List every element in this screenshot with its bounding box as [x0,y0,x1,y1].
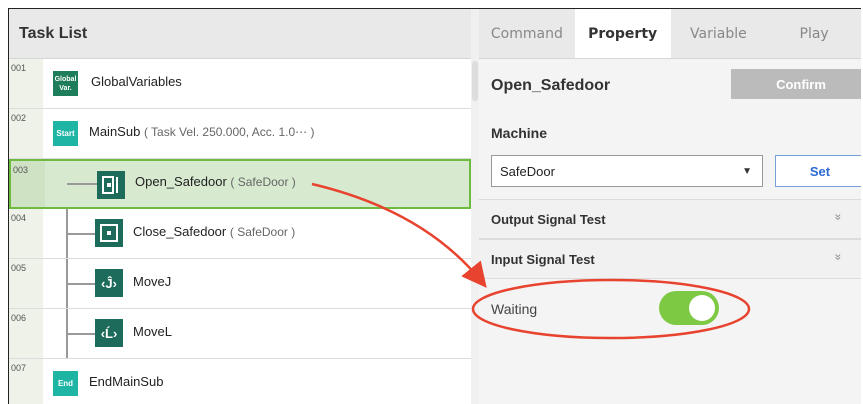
row-number: 002 [11,113,27,123]
task-label-group: Close_Safedoor ( SafeDoor ) [133,224,295,239]
row-number: 003 [13,165,29,175]
row-number: 006 [11,313,27,323]
tab-variable[interactable]: Variable [671,9,767,58]
waiting-toggle[interactable] [659,291,719,325]
output-signal-test-section[interactable]: Output Signal Test » [479,199,861,239]
row-number: 004 [11,213,27,223]
confirm-button[interactable]: Confirm [731,69,861,99]
task-label: Open_Safedoor [135,174,227,189]
task-row-mainsub[interactable]: 002 Start MainSub ( Task Vel. 250.000, A… [9,109,471,159]
chevron-down-icon: » [831,213,846,221]
tree-branch [67,233,97,235]
start-icon: Start [53,121,78,146]
task-row-endmainsub[interactable]: 007 End EndMainSub [9,359,471,404]
input-signal-test-section[interactable]: Input Signal Test » [479,239,861,279]
task-label: EndMainSub [89,374,164,389]
task-label: MainSub [89,124,141,139]
task-label-group: Open_Safedoor ( SafeDoor ) [135,174,296,189]
tree-branch [67,283,97,285]
task-row-global-variables[interactable]: 001 Global Var. GlobalVariables [9,59,471,109]
movej-icon: ‹Ĵ› [95,269,123,297]
property-panel: Command Property Variable Play Open_Safe… [479,9,861,404]
task-label-group: MainSub ( Task Vel. 250.000, Acc. 1.0⋯ ) [89,124,314,139]
tab-property[interactable]: Property [574,9,671,58]
row-number: 007 [11,363,27,373]
task-params: ( SafeDoor ) [230,175,296,189]
task-label: MoveL [133,324,173,339]
app-window: Task List 001 Global Var. GlobalVariables… [8,8,861,404]
end-icon: End [53,371,78,396]
machine-select-value: SafeDoor [500,163,555,179]
tree-branch [67,333,97,335]
global-var-icon: Global Var. [53,71,78,96]
toggle-knob [689,295,715,321]
row-number: 005 [11,263,27,273]
dropdown-arrow-icon: ▼ [742,166,752,177]
scroll-thumb[interactable] [472,61,478,101]
row-number: 001 [11,63,27,73]
task-label: MoveJ [133,274,172,289]
task-row-movej[interactable]: 005 ‹Ĵ› MoveJ [9,259,471,309]
task-params: ( Task Vel. 250.000, Acc. 1.0⋯ ) [143,125,315,139]
waiting-label: Waiting [491,301,538,317]
tree-branch [67,183,99,185]
task-label: Close_Safedoor [133,224,227,239]
task-row-movel[interactable]: 006 ‹Ĺ› MoveL [9,309,471,359]
task-list-title: Task List [9,9,471,59]
tab-play[interactable]: Play [766,9,861,58]
panel-tabs: Command Property Variable Play [479,9,861,59]
task-list-scrollbar[interactable] [471,9,479,404]
safedoor-open-icon [97,171,125,199]
task-row-open-safedoor[interactable]: 003 Open_Safedoor ( SafeDoor ) [9,159,471,209]
machine-select[interactable]: SafeDoor ▼ [491,155,763,187]
tab-command[interactable]: Command [479,9,575,58]
property-title: Open_Safedoor [491,77,611,94]
input-signal-test-label: Input Signal Test [491,252,595,267]
output-signal-test-label: Output Signal Test [491,212,606,227]
machine-label: Machine [491,125,548,141]
task-row-close-safedoor[interactable]: 004 Close_Safedoor ( SafeDoor ) [9,209,471,259]
task-list-panel: Task List 001 Global Var. GlobalVariables… [9,9,471,404]
set-button[interactable]: Set [775,155,861,187]
task-label: GlobalVariables [91,74,182,89]
movel-icon: ‹Ĺ› [95,319,123,347]
safedoor-close-icon [95,219,123,247]
task-params: ( SafeDoor ) [229,225,296,239]
chevron-down-icon: » [831,253,846,261]
